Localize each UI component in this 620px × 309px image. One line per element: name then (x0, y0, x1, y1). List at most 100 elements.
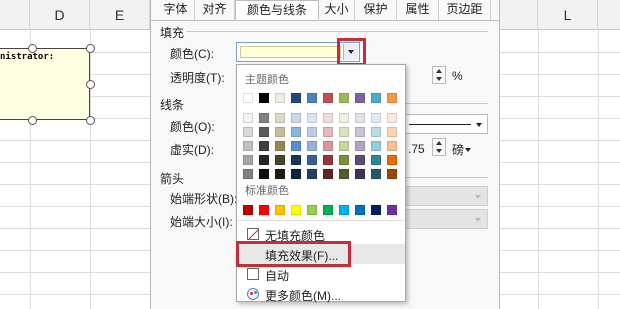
theme-shade-swatch[interactable] (355, 169, 365, 179)
theme-shade-swatch[interactable] (275, 113, 285, 123)
theme-shade-swatch[interactable] (243, 113, 253, 123)
theme-shade-swatch[interactable] (339, 155, 349, 165)
theme-shade-swatch[interactable] (307, 113, 317, 123)
column-header-k[interactable] (500, 0, 538, 30)
theme-shade-swatch[interactable] (323, 169, 333, 179)
theme-shade-swatch[interactable] (259, 127, 269, 137)
tab-size[interactable]: 大小 (319, 0, 355, 20)
column-header-c[interactable] (0, 0, 30, 30)
theme-color-swatch[interactable] (355, 93, 365, 103)
standard-color-swatch[interactable] (339, 205, 349, 215)
theme-shade-swatch[interactable] (371, 169, 381, 179)
column-header-d[interactable]: D (30, 0, 90, 30)
theme-shade-swatch[interactable] (291, 113, 301, 123)
weight-unit-dropdown-icon[interactable] (465, 148, 471, 152)
theme-shade-swatch[interactable] (291, 141, 301, 151)
theme-shade-swatch[interactable] (355, 141, 365, 151)
theme-color-swatch[interactable] (291, 93, 301, 103)
theme-shade-swatch[interactable] (355, 127, 365, 137)
transparency-spinner[interactable] (432, 66, 446, 84)
theme-shade-swatch[interactable] (323, 155, 333, 165)
theme-shade-swatch[interactable] (339, 141, 349, 151)
theme-shade-swatch[interactable] (275, 127, 285, 137)
theme-shade-swatch[interactable] (307, 169, 317, 179)
theme-shade-swatch[interactable] (387, 113, 397, 123)
theme-shade-swatch[interactable] (243, 141, 253, 151)
tab-colors-and-lines[interactable]: 颜色与线条 (235, 0, 319, 20)
theme-shade-swatch[interactable] (275, 141, 285, 151)
tab-alignment[interactable]: 对齐 (195, 0, 235, 20)
theme-shade-swatch[interactable] (291, 127, 301, 137)
resize-handle-bottom-right[interactable] (86, 116, 95, 125)
theme-shade-swatch[interactable] (243, 155, 253, 165)
line-weight-value[interactable]: .75 (408, 142, 425, 156)
standard-color-swatch[interactable] (307, 205, 317, 215)
line-style-combo[interactable] (404, 114, 488, 134)
theme-color-swatch[interactable] (387, 93, 397, 103)
tab-font[interactable]: 字体 (157, 0, 195, 20)
theme-shade-swatch[interactable] (371, 113, 381, 123)
theme-shade-swatch[interactable] (371, 127, 381, 137)
theme-shade-swatch[interactable] (259, 169, 269, 179)
theme-shade-swatch[interactable] (291, 155, 301, 165)
standard-color-swatch[interactable] (275, 205, 285, 215)
theme-shade-swatch[interactable] (307, 127, 317, 137)
theme-color-swatch[interactable] (307, 93, 317, 103)
begin-size-combo[interactable] (404, 209, 488, 229)
standard-color-swatch[interactable] (387, 205, 397, 215)
theme-shade-swatch[interactable] (259, 155, 269, 165)
resize-handle-top-right[interactable] (86, 44, 95, 53)
theme-shade-swatch[interactable] (371, 141, 381, 151)
column-header-m[interactable] (598, 0, 620, 30)
theme-shade-swatch[interactable] (307, 141, 317, 151)
standard-color-swatch[interactable] (371, 205, 381, 215)
automatic-color-item[interactable]: 自动 (237, 264, 405, 284)
theme-color-swatch[interactable] (323, 93, 333, 103)
theme-shade-swatch[interactable] (339, 169, 349, 179)
theme-shade-swatch[interactable] (243, 127, 253, 137)
theme-shade-swatch[interactable] (323, 113, 333, 123)
theme-color-swatch[interactable] (259, 93, 269, 103)
standard-color-swatch[interactable] (323, 205, 333, 215)
theme-shade-swatch[interactable] (259, 141, 269, 151)
theme-shade-swatch[interactable] (387, 127, 397, 137)
theme-shade-swatch[interactable] (323, 141, 333, 151)
theme-shade-swatch[interactable] (355, 113, 365, 123)
theme-color-swatch[interactable] (243, 93, 253, 103)
theme-shade-swatch[interactable] (323, 127, 333, 137)
begin-style-combo[interactable] (404, 186, 488, 206)
tab-margins[interactable]: 页边距 (439, 0, 491, 20)
theme-shade-swatch[interactable] (387, 155, 397, 165)
resize-handle-right[interactable] (86, 80, 95, 89)
standard-color-swatch[interactable] (355, 205, 365, 215)
tab-protection[interactable]: 保护 (355, 0, 397, 20)
column-header-l[interactable]: L (538, 0, 598, 30)
theme-shade-swatch[interactable] (371, 155, 381, 165)
theme-color-swatch[interactable] (275, 93, 285, 103)
theme-color-swatch[interactable] (371, 93, 381, 103)
theme-shade-swatch[interactable] (307, 155, 317, 165)
theme-shade-swatch[interactable] (275, 155, 285, 165)
line-section-title: 线条 (160, 98, 185, 112)
tab-properties[interactable]: 属性 (397, 0, 439, 20)
standard-color-swatch[interactable] (243, 205, 253, 215)
column-header-e[interactable]: E (90, 0, 150, 30)
standard-color-swatch[interactable] (259, 205, 269, 215)
theme-shade-swatch[interactable] (339, 113, 349, 123)
theme-shade-swatch[interactable] (243, 169, 253, 179)
theme-shade-swatch[interactable] (291, 169, 301, 179)
line-weight-spinner[interactable] (432, 138, 446, 156)
theme-shade-swatch[interactable] (387, 169, 397, 179)
theme-color-swatch[interactable] (339, 93, 349, 103)
more-colors-item[interactable]: 更多颜色(M)... (237, 284, 405, 304)
theme-shade-swatch[interactable] (259, 113, 269, 123)
resize-handle-bottom-left[interactable] (28, 116, 37, 125)
resize-handle-top-left[interactable] (28, 44, 37, 53)
line-color-label: 颜色(O): (170, 120, 215, 134)
theme-shade-swatch[interactable] (339, 127, 349, 137)
standard-color-swatch[interactable] (291, 205, 301, 215)
theme-shade-swatch[interactable] (387, 141, 397, 151)
theme-shade-swatch[interactable] (275, 169, 285, 179)
theme-shade-swatch[interactable] (355, 155, 365, 165)
line-section-divider (406, 103, 488, 104)
